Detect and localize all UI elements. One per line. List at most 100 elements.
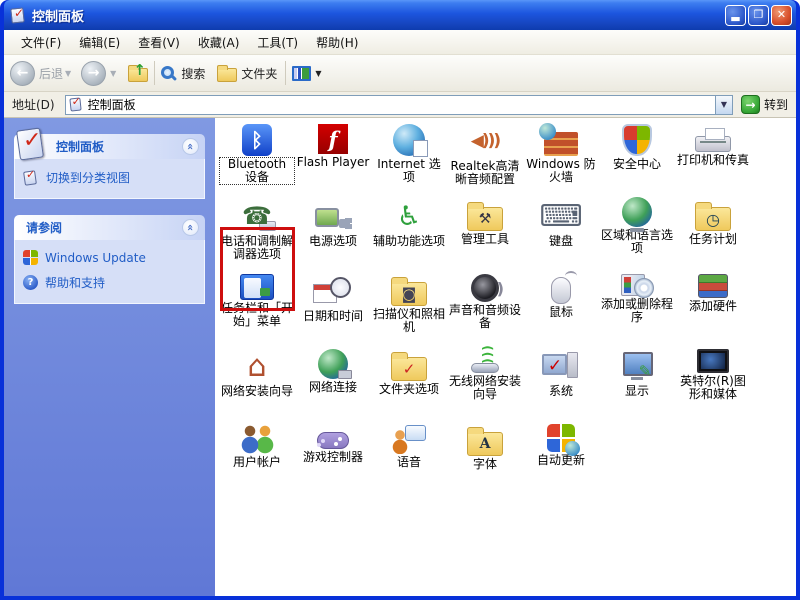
- phone-modem-options-icon: ☎: [237, 199, 277, 233]
- views-dropdown-icon: ▼: [315, 68, 322, 78]
- grid-item-system[interactable]: ✓ 系统: [523, 349, 599, 424]
- maximize-button[interactable]: ❐: [748, 4, 769, 26]
- grid-item-label: 网络安装向导: [220, 384, 293, 398]
- grid-item-label: Bluetooth 设备: [219, 157, 295, 185]
- windows-firewall-icon: [539, 123, 578, 156]
- switch-category-view-link[interactable]: 切换到分类视图: [23, 168, 196, 186]
- up-button[interactable]: ↑: [128, 61, 149, 82]
- menu-help[interactable]: 帮助(H): [307, 31, 367, 54]
- grid-item-printers-faxes[interactable]: 打印机和传真: [675, 124, 751, 199]
- window-title: 控制面板: [32, 9, 85, 25]
- menu-tools[interactable]: 工具(T): [248, 31, 307, 54]
- grid-item-security-center[interactable]: 安全中心: [599, 124, 675, 199]
- grid-item-label: 网络连接: [308, 380, 357, 394]
- grid-item-automatic-updates[interactable]: 自动更新: [523, 424, 599, 499]
- forward-dropdown-icon[interactable]: ▼: [110, 69, 116, 78]
- back-dropdown-icon[interactable]: ▼: [65, 69, 71, 78]
- control-panel-window: 控制面板 ▬ ❐ ✕ 文件(F)编辑(E)查看(V)收藏(A)工具(T)帮助(H…: [0, 0, 800, 600]
- folder-options-icon: ✓: [391, 352, 427, 381]
- flash-player-icon: f: [318, 124, 348, 154]
- grid-item-label: 鼠标: [548, 305, 573, 319]
- grid-item-internet-options[interactable]: Internet 选项: [371, 124, 447, 199]
- search-button[interactable]: 搜索: [161, 65, 207, 82]
- grid-item-label: 添加硬件: [688, 299, 737, 313]
- menu-view[interactable]: 查看(V): [129, 31, 189, 54]
- grid-item-network-setup-wizard[interactable]: ⌂ 网络安装向导: [219, 349, 295, 424]
- collapse-chevron-icon[interactable]: «: [182, 219, 199, 236]
- grid-item-fonts[interactable]: A 字体: [447, 424, 523, 499]
- automatic-updates-icon: [547, 424, 580, 456]
- address-dropdown-button[interactable]: ▼: [714, 95, 732, 114]
- grid-item-label: 声音和音频设备: [448, 303, 521, 330]
- help-support-label: 帮助和支持: [45, 276, 106, 290]
- grid-item-phone-modem-options[interactable]: ☎ 电话和调制解调器选项: [219, 199, 295, 274]
- go-button[interactable]: →: [740, 95, 760, 114]
- windows-update-link[interactable]: Windows Update: [23, 250, 196, 265]
- grid-item-administrative-tools[interactable]: ⚒ 管理工具: [447, 199, 523, 274]
- switch-category-view-label: 切换到分类视图: [46, 171, 131, 185]
- address-value: 控制面板: [87, 98, 136, 112]
- grid-item-label: 添加或删除程序: [600, 297, 673, 324]
- grid-item-scheduled-tasks[interactable]: ◷ 任务计划: [675, 199, 751, 274]
- control-panel-window-icon: [10, 6, 27, 24]
- grid-item-display[interactable]: ✎ 显示: [599, 349, 675, 424]
- grid-item-add-hardware[interactable]: 添加硬件: [675, 274, 751, 349]
- grid-item-label: 自动更新: [536, 453, 585, 467]
- grid-item-scanners-cameras[interactable]: ◙ 扫描仪和照相机: [371, 274, 447, 349]
- grid-item-accessibility-options[interactable]: ♿ 辅助功能选项: [371, 199, 447, 274]
- close-button[interactable]: ✕: [771, 4, 792, 26]
- accessibility-options-icon: ♿: [396, 200, 422, 232]
- forward-arrow-icon: →: [81, 60, 107, 86]
- minimize-button[interactable]: ▬: [725, 4, 746, 26]
- game-controllers-icon: [317, 432, 349, 449]
- grid-item-intel-graphics-media[interactable]: 英特尔(R)图形和媒体: [675, 349, 751, 424]
- grid-item-date-time[interactable]: 日期和时间: [295, 274, 371, 349]
- grid-item-regional-language-options[interactable]: 区域和语言选项: [599, 197, 675, 274]
- grid-item-flash-player[interactable]: f Flash Player: [295, 124, 371, 199]
- help-support-link[interactable]: ? 帮助和支持: [23, 274, 196, 291]
- title-bar[interactable]: 控制面板 ▬ ❐ ✕: [4, 0, 796, 30]
- menu-bar: 文件(F) 编辑(E) 查看(V) 收藏(A) 工具(T) 帮助(H): [4, 30, 796, 55]
- grid-item-taskbar-start-menu[interactable]: 任务栏和「开始」菜单: [219, 274, 295, 349]
- forward-button[interactable]: → ▼: [81, 60, 120, 86]
- network-setup-wizard-icon: ⌂: [247, 348, 267, 384]
- add-remove-programs-icon: [621, 274, 654, 298]
- folders-button[interactable]: 文件夹: [217, 64, 279, 82]
- panel2-header[interactable]: 请参阅 «: [14, 215, 205, 240]
- grid-item-realtek-audio[interactable]: ◀))) Realtek高清晰音频配置: [447, 124, 523, 199]
- add-hardware-icon: [698, 274, 728, 298]
- views-button[interactable]: ▼: [292, 65, 325, 81]
- grid-item-network-connections[interactable]: 网络连接: [295, 349, 371, 424]
- back-button[interactable]: ← 后退 ▼: [10, 60, 75, 86]
- address-bar: 地址(D) 控制面板 ▼ → 转到: [4, 92, 796, 118]
- grid-item-label: 电源选项: [308, 234, 357, 248]
- date-time-icon: [313, 274, 353, 308]
- menu-edit[interactable]: 编辑(E): [70, 31, 129, 54]
- grid-item-windows-firewall[interactable]: Windows 防火墙: [523, 123, 599, 199]
- menu-file[interactable]: 文件(F): [12, 31, 70, 54]
- views-icon: [292, 65, 312, 81]
- grid-item-add-remove-programs[interactable]: 添加或删除程序: [599, 274, 675, 349]
- address-input[interactable]: 控制面板 ▼: [64, 94, 733, 115]
- mouse-icon: [551, 271, 577, 304]
- grid-item-mouse[interactable]: 鼠标: [523, 271, 599, 349]
- fonts-icon: A: [467, 427, 503, 456]
- icon-view-area: ᛒ Bluetooth 设备 f Flash Player Internet 选项 ◀))…: [215, 118, 796, 596]
- grid-item-user-accounts[interactable]: 用户帐户: [219, 424, 295, 499]
- grid-item-game-controllers[interactable]: 游戏控制器: [295, 424, 371, 499]
- panel2-title: 请参阅: [26, 221, 63, 235]
- grid-item-sounds-audio-devices[interactable]: 声音和音频设备: [447, 274, 523, 349]
- grid-item-power-options[interactable]: 电源选项: [295, 199, 371, 274]
- menu-favorites[interactable]: 收藏(A): [189, 31, 249, 54]
- grid-item-speech[interactable]: 语音: [371, 424, 447, 499]
- grid-item-wireless-network-setup-wizard[interactable]: 无线网络安装向导: [447, 349, 523, 424]
- grid-item-bluetooth-devices[interactable]: ᛒ Bluetooth 设备: [219, 124, 295, 199]
- grid-item-folder-options[interactable]: ✓ 文件夹选项: [371, 349, 447, 424]
- address-label: 地址(D): [12, 98, 55, 112]
- grid-item-label: 辅助功能选项: [372, 234, 445, 248]
- grid-item-label: Windows 防火墙: [526, 157, 596, 184]
- collapse-chevron-icon[interactable]: «: [182, 138, 199, 155]
- grid-item-label: 键盘: [548, 234, 573, 248]
- grid-item-label: 区域和语言选项: [600, 228, 673, 255]
- grid-item-keyboard[interactable]: ⌨ 键盘: [523, 199, 599, 274]
